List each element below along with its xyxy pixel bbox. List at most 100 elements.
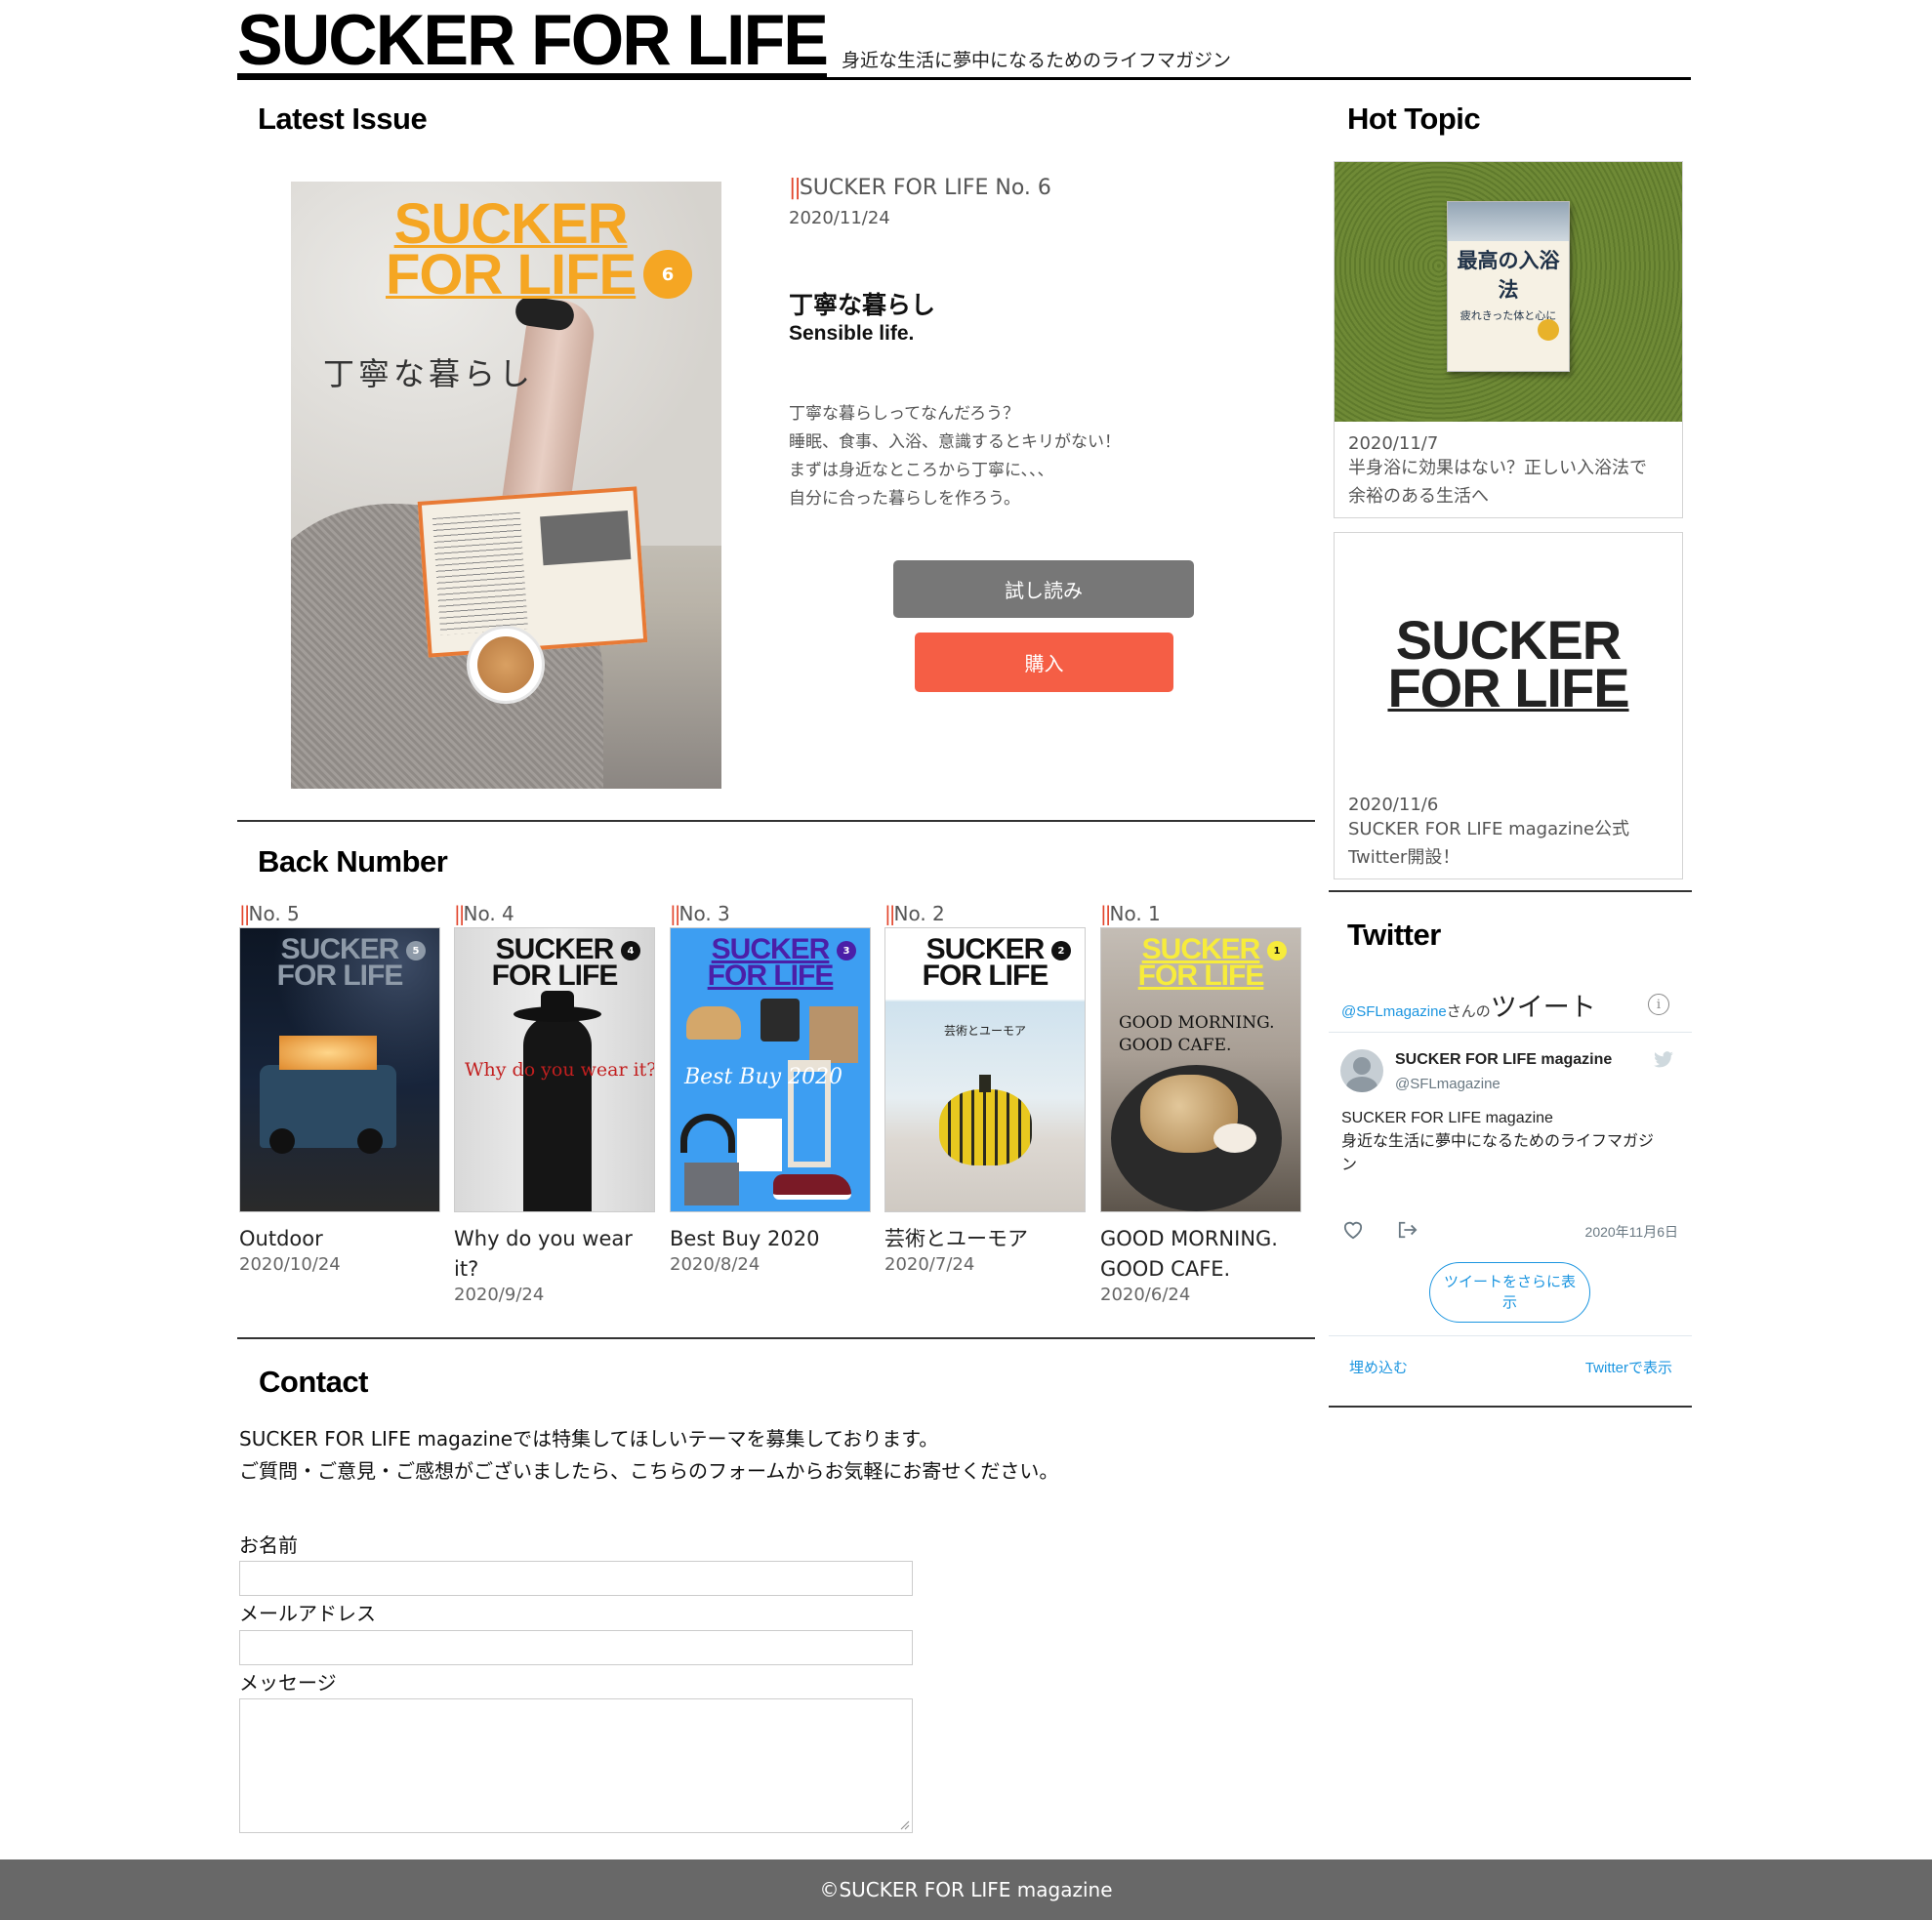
issue-number-text: No. 4: [463, 902, 514, 925]
back-number-item[interactable]: ||No. 5 SUCKER FOR LIFE 5 Outdoor 2020/10…: [239, 902, 440, 1275]
back-number-item[interactable]: ||No. 1 SUCKER FOR LIFE 1 GOOD MORNING. GO…: [1100, 902, 1301, 1305]
issue-number-text: No. 2: [893, 902, 945, 925]
issue-cover[interactable]: SUCKER FOR LIFE 2 芸術とユーモア: [884, 927, 1086, 1212]
back-number-heading: Back Number: [258, 844, 448, 878]
preview-button[interactable]: 試し読み: [893, 560, 1194, 618]
sidebar-divider: [1329, 890, 1692, 892]
cover-text-line2: GOOD CAFE.: [1119, 1036, 1232, 1055]
account-name[interactable]: SUCKER FOR LIFE magazine: [1395, 1051, 1612, 1069]
headphones-image: [680, 1114, 735, 1153]
twitter-bottom-divider: [1329, 1406, 1692, 1408]
mini-logo-line2: FOR LIFE: [707, 960, 835, 992]
hot-topic-card[interactable]: 最高の入浴法 疲れきった体と心に 2020/11/7 半身浴に効果はない？正しい…: [1334, 161, 1683, 518]
back-number-item[interactable]: ||No. 2 SUCKER FOR LIFE 2 芸術とユーモア 芸術とユーモア…: [884, 902, 1086, 1275]
cover-text-line1: GOOD MORNING.: [1119, 1013, 1275, 1033]
account-handle[interactable]: @SFLmagazine: [1395, 1076, 1500, 1092]
latest-issue-heading: Latest Issue: [258, 102, 428, 136]
person-image: [514, 991, 601, 1211]
hot-topic-text[interactable]: 半身浴に効果はない？正しい入浴法で 余裕のある生活へ: [1348, 454, 1682, 511]
twitter-heading: Twitter: [1347, 918, 1441, 952]
issue-number: ||No. 2: [884, 902, 1086, 925]
issue-title: Why do you wear it?: [454, 1227, 633, 1281]
pumpkin-image: [939, 1089, 1032, 1165]
jeans-image: [684, 1163, 739, 1205]
tweet-line: SUCKER FOR LIFE magazine: [1341, 1110, 1553, 1126]
issue-cover[interactable]: SUCKER FOR LIFE 5: [239, 927, 440, 1212]
header-divider: [237, 77, 1691, 80]
hot-topic-line: Twitter開設！: [1348, 847, 1460, 868]
hot-topic-card[interactable]: SUCKER FOR LIFE 2020/11/6 SUCKER FOR LIF…: [1334, 532, 1683, 879]
issue-name-text: SUCKER FOR LIFE No. 6: [799, 176, 1051, 200]
mini-badge: 1: [1267, 941, 1287, 960]
latest-divider: [237, 820, 1315, 822]
issue-number-text: No. 1: [1109, 902, 1161, 925]
site-tagline: 身近な生活に夢中になるためのライフマガジン: [842, 50, 1232, 71]
name-input[interactable]: [239, 1561, 913, 1596]
back-number-item[interactable]: ||No. 4 SUCKER FOR LIFE 4 Why do you wear…: [454, 902, 655, 1305]
latest-issue-cover[interactable]: SUCKER FOR LIFE 6 丁寧な暮らし: [291, 182, 721, 789]
footer: ©SUCKER FOR LIFE magazine: [0, 1859, 1932, 1920]
bag-image: [809, 1006, 858, 1063]
message-textarea[interactable]: [239, 1698, 913, 1833]
issue-date: 2020/9/24: [454, 1285, 545, 1305]
issue-title: Best Buy 2020: [670, 1227, 820, 1250]
back-number-divider: [237, 1337, 1315, 1339]
resize-handle-icon[interactable]: [900, 1820, 910, 1830]
cover-logo: SUCKER FOR LIFE: [386, 195, 637, 307]
mini-logo-line2: FOR LIFE: [922, 960, 1049, 992]
issue-title-en: Sensible life.: [789, 322, 915, 345]
issue-title: GOOD MORNING. GOOD CAFE.: [1100, 1224, 1301, 1285]
embed-link[interactable]: 埋め込む: [1349, 1357, 1408, 1377]
issue-number-text: No. 3: [678, 902, 730, 925]
more-tweets-button[interactable]: ツイートをさらに表 示: [1429, 1262, 1590, 1323]
buy-button[interactable]: 購入: [915, 633, 1173, 692]
mini-badge: 4: [621, 941, 640, 960]
twitter-handle-link[interactable]: @SFLmagazine: [1341, 1003, 1447, 1020]
issue-title-line1: GOOD MORNING.: [1100, 1227, 1278, 1250]
issue-number: ||No. 4: [454, 902, 655, 925]
email-input[interactable]: [239, 1630, 913, 1665]
issue-number-text: No. 5: [248, 902, 300, 925]
twitter-handle-suffix: さんの: [1446, 1003, 1491, 1020]
like-heart-icon[interactable]: [1342, 1220, 1364, 1240]
issue-description: 丁寧な暮らしってなんだろう？ 睡眠、食事、入浴、意識するとキリがない！ まずは身…: [789, 400, 1121, 513]
tweet-line: ン: [1341, 1157, 1358, 1173]
mini-logo-line2: FOR LIFE: [491, 960, 619, 992]
back-number-item[interactable]: ||No. 3 SUCKER FOR LIFE 3 Best Buy 2020 B…: [670, 902, 871, 1275]
info-icon[interactable]: i: [1648, 994, 1669, 1015]
issue-date: 2020/6/24: [1100, 1285, 1191, 1305]
view-on-twitter-link[interactable]: Twitterで表示: [1585, 1357, 1672, 1377]
mini-badge: 5: [406, 941, 426, 960]
share-icon[interactable]: [1397, 1220, 1418, 1240]
hot-topic-date: 2020/11/6: [1348, 795, 1439, 815]
hot-topic-image: SUCKER FOR LIFE: [1335, 533, 1682, 795]
shoes-image: [773, 1174, 851, 1200]
cover-logo-line2: FOR LIFE: [386, 243, 637, 307]
site-logo[interactable]: SUCKER FOR LIFE: [237, 4, 829, 76]
name-label: お名前: [239, 1533, 298, 1557]
twitter-bird-icon[interactable]: [1653, 1051, 1674, 1069]
mini-logo-line2: FOR LIFE: [276, 960, 404, 992]
mini-logo-line2: FOR LIFE: [1137, 960, 1265, 992]
cover-text: Best Buy 2020: [684, 1065, 843, 1089]
van-image: [260, 1036, 396, 1154]
issue-cover[interactable]: SUCKER FOR LIFE 1 GOOD MORNING. GOOD CAFE.: [1100, 927, 1301, 1212]
twitter-logo-image: SUCKER FOR LIFE: [1387, 612, 1629, 715]
description-line: 自分に合った暮らしを作ろう。: [789, 489, 1020, 509]
cover-coffee-cup: [467, 626, 545, 704]
tweet-text: SUCKER FOR LIFE magazine 身近な生活に夢中になるためのラ…: [1341, 1107, 1654, 1177]
issue-number: ||No. 1: [1100, 902, 1301, 925]
twitter-footer-divider: [1329, 1335, 1692, 1336]
cover-text: Why do you wear it?: [465, 1059, 655, 1081]
contact-intro-line: ご質問・ご意見・ご感想がございましたら、こちらのフォームからお気軽にお寄せくださ…: [239, 1459, 1059, 1483]
hot-topic-text[interactable]: SUCKER FOR LIFE magazine公式 Twitter開設！: [1348, 815, 1682, 872]
message-label: メッセージ: [239, 1671, 337, 1695]
hat-image: [686, 1006, 741, 1040]
issue-number: ||No. 5: [239, 902, 440, 925]
issue-cover[interactable]: SUCKER FOR LIFE 4 Why do you wear it?: [454, 927, 655, 1212]
tweet-date[interactable]: 2020年11月6日: [1585, 1222, 1678, 1242]
issue-cover[interactable]: SUCKER FOR LIFE 3 Best Buy 2020: [670, 927, 871, 1212]
account-avatar[interactable]: [1340, 1049, 1383, 1092]
twitter-header-divider: [1329, 1032, 1692, 1033]
cover-text: 芸術とユーモア: [943, 1024, 1026, 1038]
